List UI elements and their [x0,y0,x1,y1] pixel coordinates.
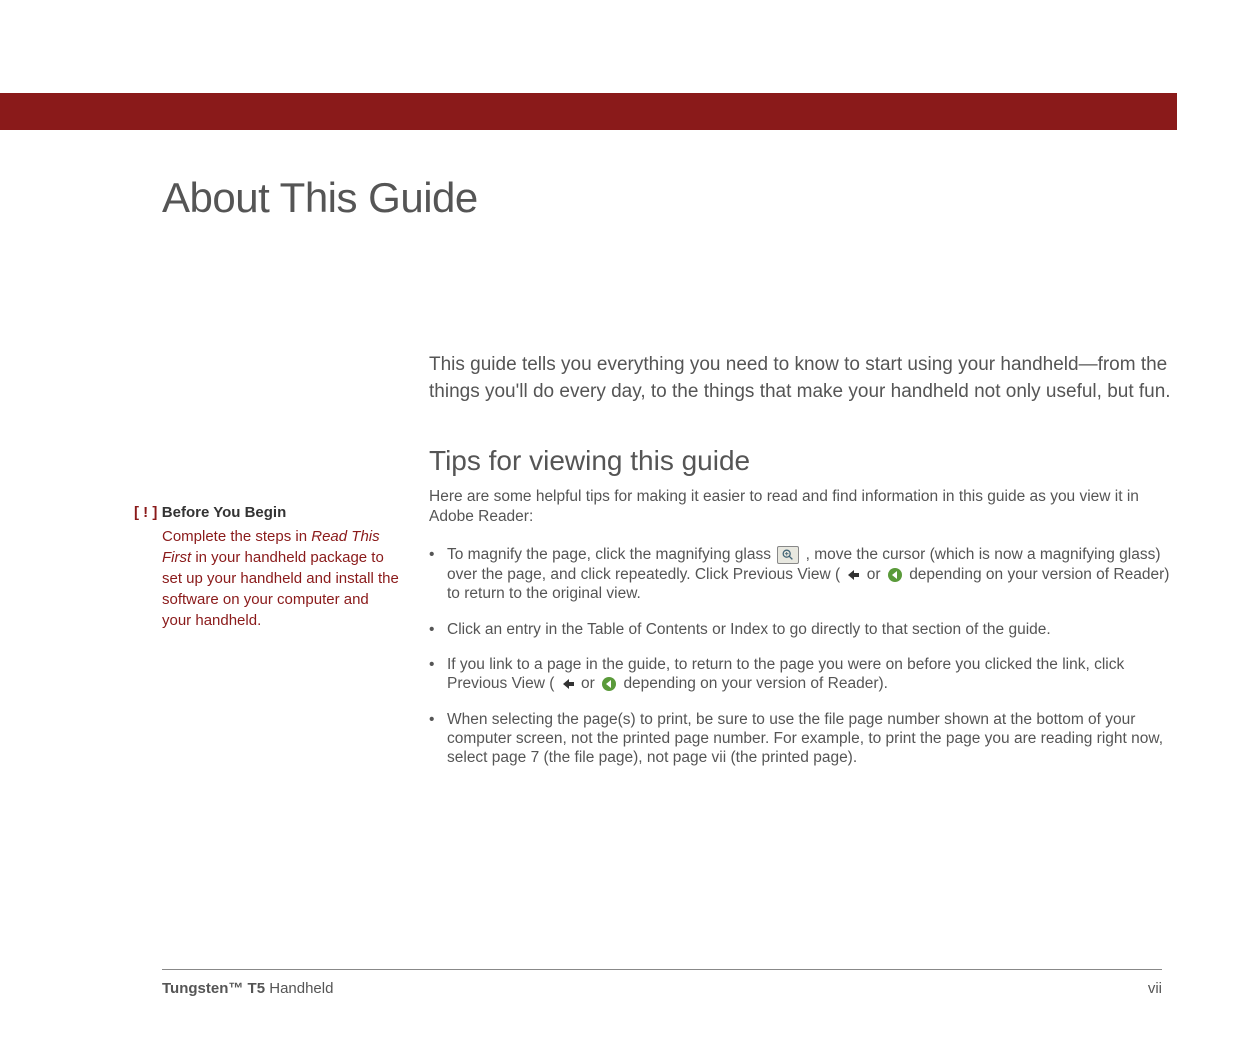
sidebar-text-pre: Complete the steps in [162,528,311,545]
sidebar: [ ! ] Before You Begin Complete the step… [134,352,429,784]
tip3-text-c: depending on your version of Reader). [623,675,888,692]
page-title: About This Guide [162,174,1177,222]
sidebar-title: Before You Begin [162,504,286,521]
header-bar [0,93,1177,130]
content: About This Guide [ ! ] Before You Begin … [0,174,1177,784]
tip-item-3: If you link to a page in the guide, to r… [429,655,1173,694]
footer-product: Tungsten™ T5 Handheld [162,980,333,997]
alert-marker: [ ! ] [134,504,157,521]
previous-view-arrow-icon [846,568,860,582]
previous-view-green-icon [887,567,903,583]
main-content: This guide tells you everything you need… [429,352,1177,784]
intro-paragraph: This guide tells you everything you need… [429,352,1173,405]
footer-product-rest: Handheld [265,980,333,997]
tip-item-4: When selecting the page(s) to print, be … [429,710,1173,768]
zoom-in-icon [777,546,799,564]
tip1-text-a: To magnify the page, click the magnifyin… [447,546,775,563]
section-intro: Here are some helpful tips for making it… [429,487,1173,527]
previous-view-arrow-icon [561,677,575,691]
before-you-begin-box: [ ! ] Before You Begin Complete the step… [134,504,399,631]
tip1-text-c: or [867,566,885,583]
tips-list: To magnify the page, click the magnifyin… [429,545,1173,767]
previous-view-green-icon [601,676,617,692]
footer: Tungsten™ T5 Handheld vii [162,969,1162,997]
tip3-text-b: or [581,675,599,692]
sidebar-body: Complete the steps in Read This First in… [134,526,399,631]
footer-product-bold: Tungsten™ T5 [162,980,265,997]
sidebar-text-post: in your handheld package to set up your … [162,549,399,629]
section-heading: Tips for viewing this guide [429,445,1173,477]
tip-item-1: To magnify the page, click the magnifyin… [429,545,1173,603]
tip-item-2: Click an entry in the Table of Contents … [429,620,1173,639]
footer-page-number: vii [1148,980,1162,997]
